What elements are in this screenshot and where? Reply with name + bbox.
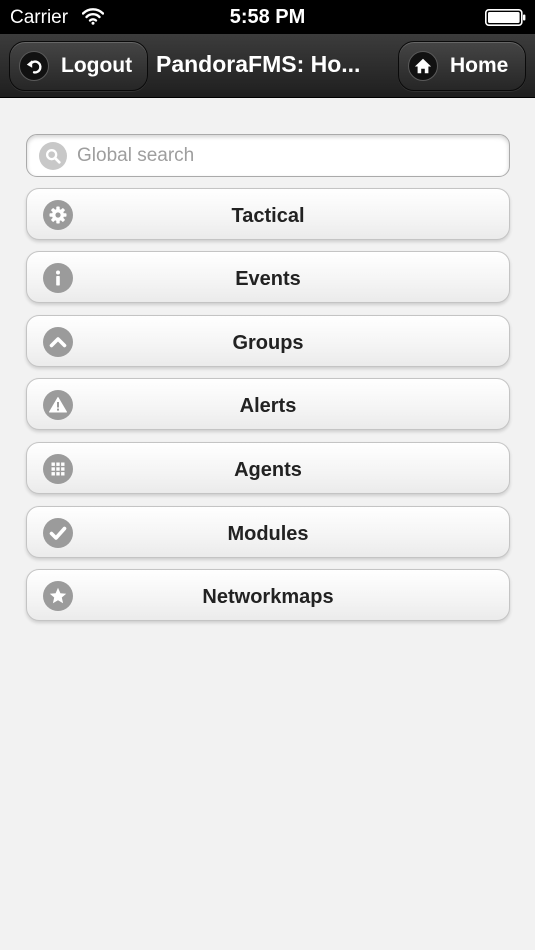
menu-item-groups[interactable]: Groups — [26, 315, 510, 367]
page-title: PandoraFMS: Ho... — [156, 51, 361, 77]
logout-button[interactable]: Logout — [9, 41, 148, 91]
status-bar: Carrier 5:58 PM — [0, 0, 535, 34]
menu-item-alerts[interactable]: Alerts — [26, 378, 510, 430]
menu-label: Networkmaps — [202, 586, 334, 608]
battery-icon — [485, 9, 526, 26]
search-box[interactable] — [26, 134, 510, 177]
menu-item-networkmaps[interactable]: Networkmaps — [26, 569, 510, 621]
home-label: Home — [450, 54, 509, 77]
menu-item-modules[interactable]: Modules — [26, 506, 510, 558]
status-time: 5:58 PM — [229, 6, 306, 28]
logout-label: Logout — [61, 54, 133, 77]
menu-item-events[interactable]: Events — [26, 251, 510, 303]
home-icon — [408, 51, 438, 81]
menu-label: Alerts — [239, 395, 297, 417]
menu-label: Tactical — [231, 205, 305, 227]
menu-item-agents[interactable]: Agents — [26, 442, 510, 494]
menu-label: Agents — [234, 459, 302, 481]
search-icon — [39, 142, 67, 170]
menu-label: Modules — [227, 523, 309, 545]
home-button[interactable]: Home — [398, 41, 526, 91]
search-input[interactable] — [77, 143, 497, 169]
menu-label: Events — [235, 268, 301, 290]
app-header: Logout PandoraFMS: Ho... Home — [0, 34, 535, 98]
back-arrow-icon — [19, 51, 49, 81]
menu-item-tactical[interactable]: Tactical — [26, 188, 510, 240]
menu-label: Groups — [232, 332, 304, 354]
